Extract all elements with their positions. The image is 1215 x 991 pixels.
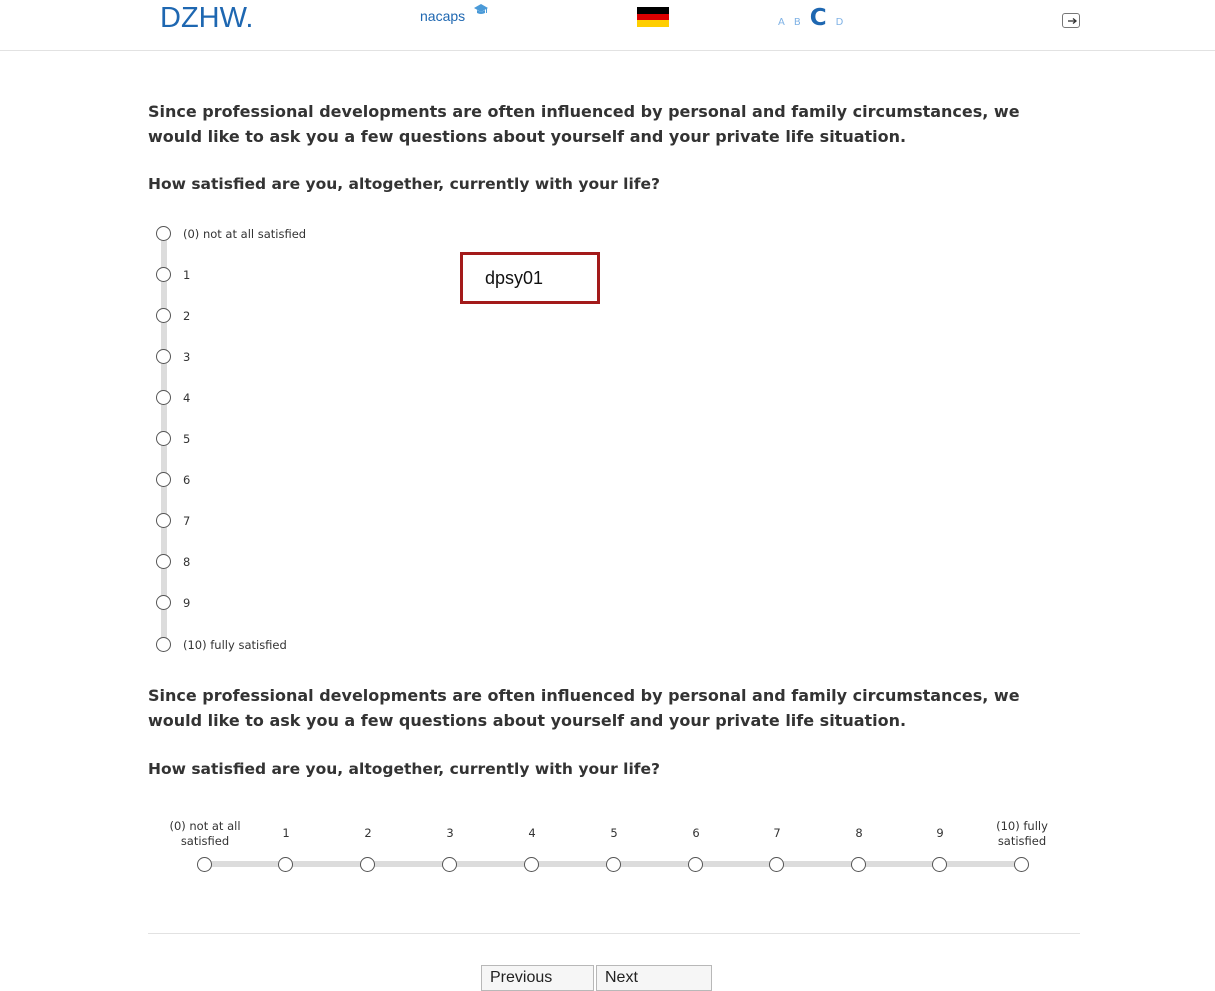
vertical-option-8[interactable]: 8 bbox=[156, 554, 190, 569]
horizontal-label-0: (0) not at all satisfied bbox=[169, 819, 241, 848]
radio-6[interactable] bbox=[156, 472, 171, 487]
radio-0[interactable] bbox=[156, 226, 171, 241]
radio-2[interactable] bbox=[156, 308, 171, 323]
horizontal-label-5: 5 bbox=[610, 826, 618, 840]
horizontal-radio-5[interactable] bbox=[606, 857, 621, 872]
question-1: How satisfied are you, altogether, curre… bbox=[148, 175, 661, 193]
font-size-d[interactable]: D bbox=[836, 17, 844, 28]
radio-10[interactable] bbox=[156, 637, 171, 652]
horizontal-radio-7[interactable] bbox=[769, 857, 784, 872]
dzhw-logo[interactable]: DZHW. bbox=[160, 2, 253, 35]
graduation-cap-icon bbox=[474, 4, 488, 14]
footer-divider bbox=[148, 933, 1080, 934]
horizontal-label-2: 2 bbox=[364, 826, 372, 840]
horizontal-label-6: 6 bbox=[692, 826, 700, 840]
vertical-option-1[interactable]: 1 bbox=[156, 267, 190, 282]
horizontal-radio-1[interactable] bbox=[278, 857, 293, 872]
horizontal-label-7: 7 bbox=[773, 826, 781, 840]
horizontal-label-10: (10) fully satisfied bbox=[996, 819, 1048, 848]
nacaps-logo[interactable]: nacaps bbox=[420, 8, 465, 24]
horizontal-radio-8[interactable] bbox=[851, 857, 866, 872]
radio-4[interactable] bbox=[156, 390, 171, 405]
logout-button[interactable] bbox=[1062, 13, 1080, 28]
logout-icon bbox=[1068, 18, 1078, 24]
font-size-a[interactable]: A bbox=[778, 17, 785, 28]
horizontal-label-1: 1 bbox=[282, 826, 290, 840]
intro-text-2: Since professional developments are ofte… bbox=[148, 686, 1020, 730]
font-size-c[interactable]: C bbox=[810, 5, 827, 31]
radio-1[interactable] bbox=[156, 267, 171, 282]
radio-3[interactable] bbox=[156, 349, 171, 364]
previous-button[interactable]: Previous bbox=[481, 965, 594, 991]
vertical-option-2[interactable]: 2 bbox=[156, 308, 190, 323]
horizontal-radio-9[interactable] bbox=[932, 857, 947, 872]
horizontal-label-4: 4 bbox=[528, 826, 536, 840]
vertical-option-10[interactable]: (10) fully satisfied bbox=[156, 637, 287, 652]
vertical-option-6[interactable]: 6 bbox=[156, 472, 190, 487]
horizontal-radio-10[interactable] bbox=[1014, 857, 1029, 872]
vertical-option-9[interactable]: 9 bbox=[156, 595, 190, 610]
variable-name-label: dpsy01 bbox=[485, 268, 544, 288]
vertical-option-5[interactable]: 5 bbox=[156, 431, 190, 446]
radio-8[interactable] bbox=[156, 554, 171, 569]
horizontal-radio-3[interactable] bbox=[442, 857, 457, 872]
horizontal-radio-6[interactable] bbox=[688, 857, 703, 872]
font-size-b[interactable]: B bbox=[794, 17, 801, 28]
radio-9[interactable] bbox=[156, 595, 171, 610]
horizontal-radio-0[interactable] bbox=[197, 857, 212, 872]
variable-annotation-box: dpsy01 bbox=[460, 252, 600, 304]
radio-5[interactable] bbox=[156, 431, 171, 446]
german-flag-icon[interactable] bbox=[637, 7, 669, 27]
vertical-option-4[interactable]: 4 bbox=[156, 390, 190, 405]
page-header: DZHW. nacaps A B C D bbox=[0, 0, 1215, 51]
vertical-option-7[interactable]: 7 bbox=[156, 513, 190, 528]
font-size-switcher: A B C D bbox=[778, 5, 843, 31]
horizontal-radio-2[interactable] bbox=[360, 857, 375, 872]
intro-text-1: Since professional developments are ofte… bbox=[148, 102, 1020, 146]
horizontal-radio-4[interactable] bbox=[524, 857, 539, 872]
horizontal-label-3: 3 bbox=[446, 826, 454, 840]
horizontal-label-9: 9 bbox=[936, 826, 944, 840]
vertical-option-3[interactable]: 3 bbox=[156, 349, 190, 364]
horizontal-label-8: 8 bbox=[855, 826, 863, 840]
vertical-option-0[interactable]: (0) not at all satisfied bbox=[156, 226, 306, 241]
question-2: How satisfied are you, altogether, curre… bbox=[148, 760, 661, 778]
radio-7[interactable] bbox=[156, 513, 171, 528]
next-button[interactable]: Next bbox=[596, 965, 712, 991]
